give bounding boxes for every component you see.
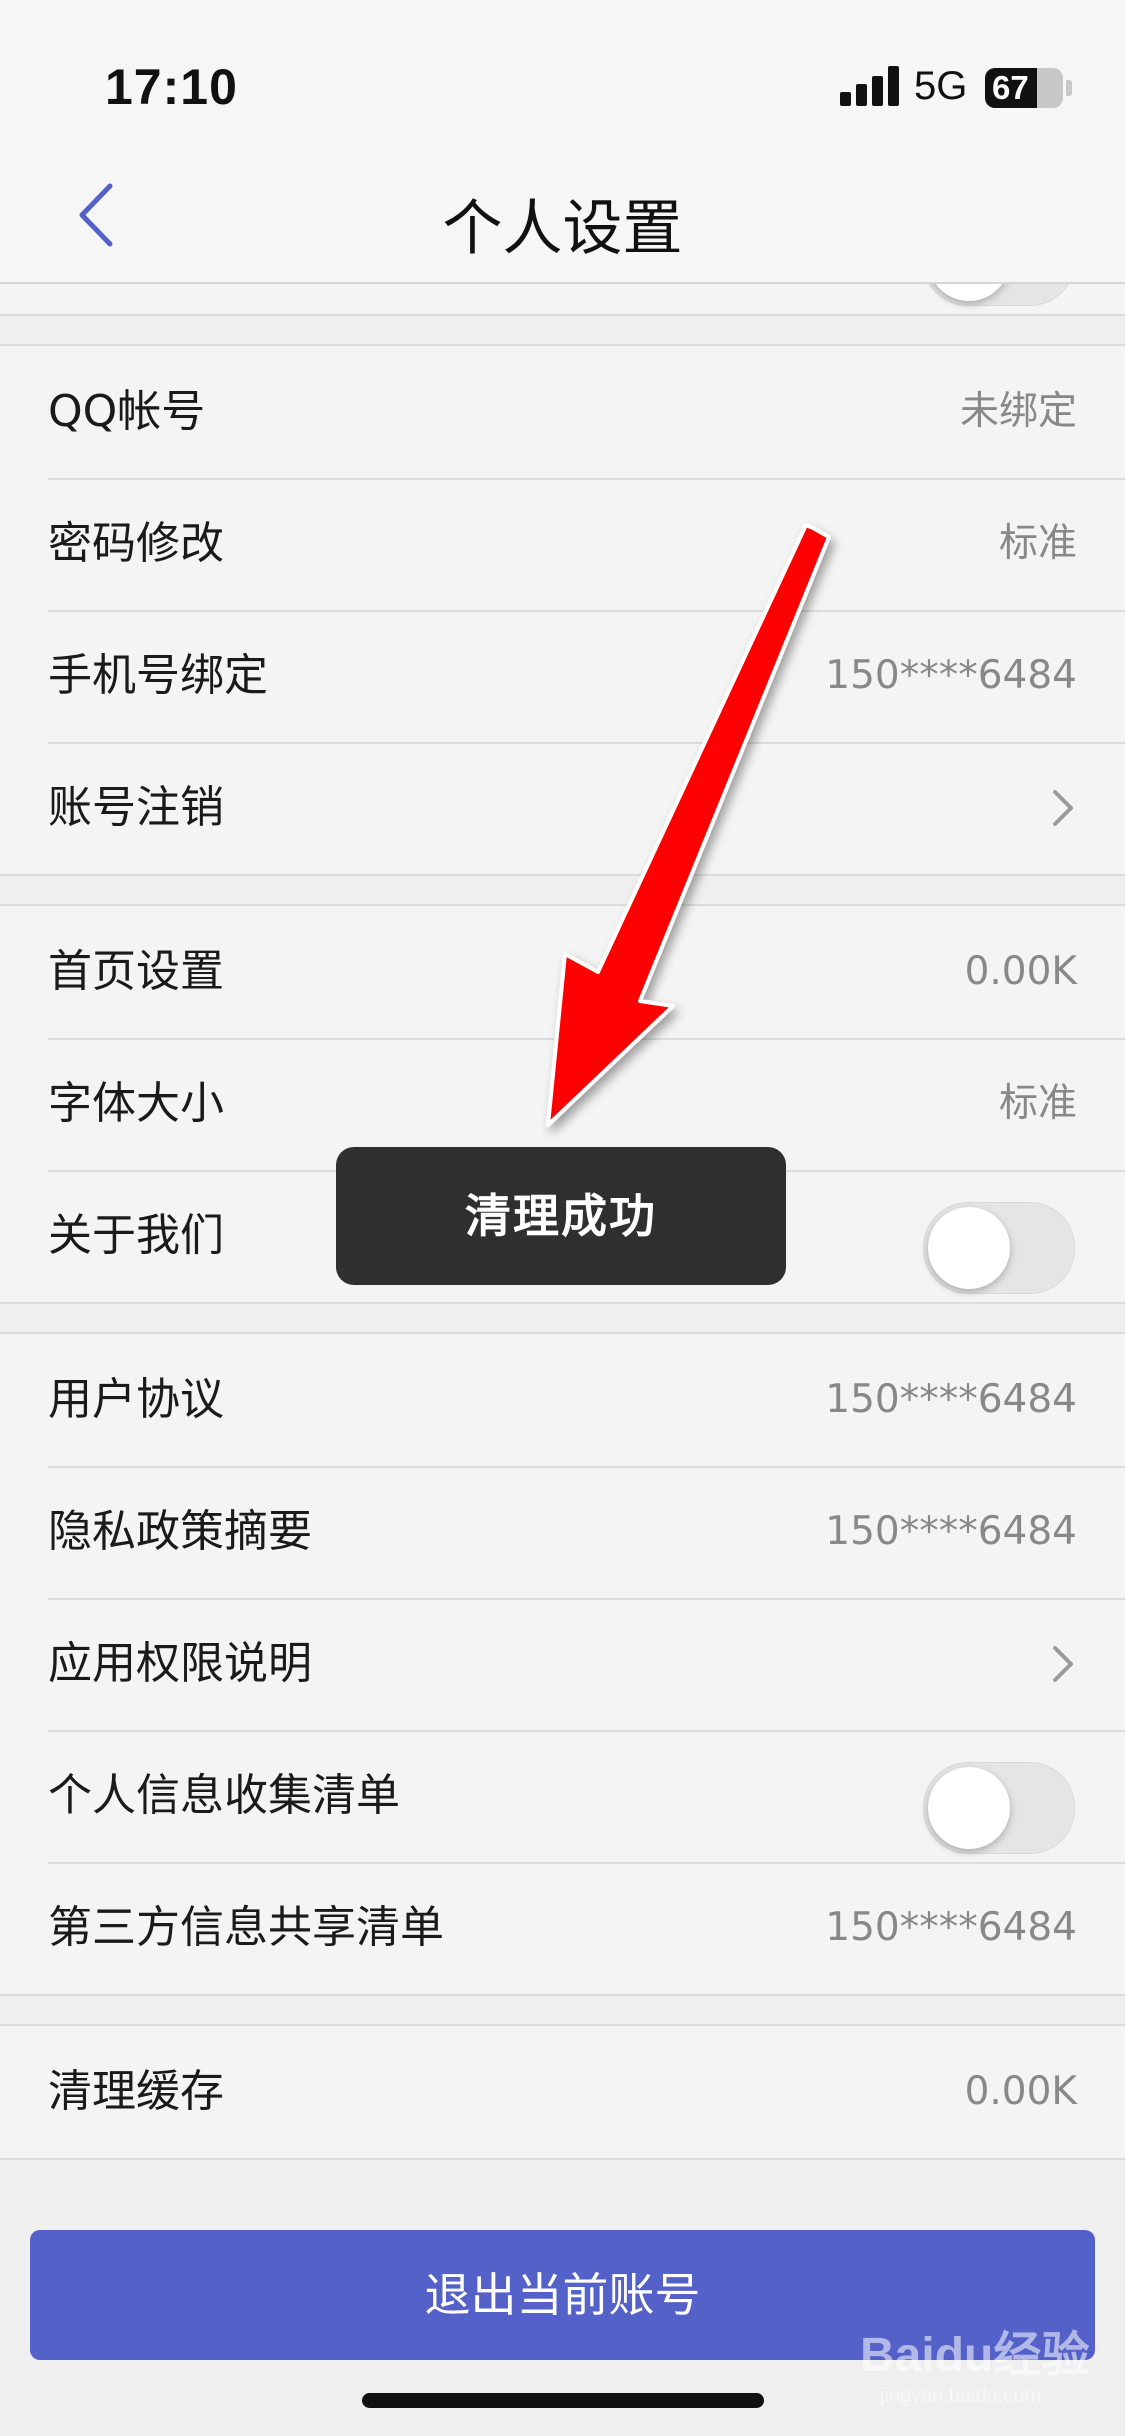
status-time: 17:10 (105, 59, 238, 115)
settings-row-label: 隐私政策摘要 (48, 1506, 312, 1557)
watermark-url: jingyan.baidu.com (880, 2385, 1042, 2407)
settings-row-value: 未绑定 (959, 389, 1077, 434)
watermark: Baidu经验 (860, 2329, 1090, 2382)
settings-row-label: 个人信息收集清单 (48, 1770, 400, 1821)
home-indicator (362, 2393, 764, 2408)
section-gap (0, 1304, 1125, 1332)
settings-row-label: 账号注销 (48, 782, 224, 833)
network-type: 5G (914, 64, 968, 108)
settings-row[interactable]: 个人信息收集清单 (0, 1730, 1125, 1862)
chevron-right-icon (1053, 790, 1073, 826)
settings-row-label: 清理缓存 (48, 2066, 224, 2117)
settings-group: 用户协议 150****6484 隐私政策摘要 150****6484 应用权限说明个人… (0, 1332, 1125, 1996)
section-gap (0, 876, 1125, 904)
toggle-knob (928, 1767, 1010, 1849)
settings-row[interactable]: QQ帐号 未绑定 (0, 346, 1125, 478)
settings-row[interactable]: 账号注销 (0, 742, 1125, 874)
toggle-switch[interactable] (923, 1202, 1075, 1294)
settings-row-value: 150****6484 (825, 1377, 1077, 1422)
settings-row-label: 首页设置 (48, 946, 224, 997)
settings-row[interactable]: 首页设置 0.00K (0, 906, 1125, 1038)
settings-row-value: 150****6484 (825, 1509, 1077, 1554)
settings-row-label: 手机号绑定 (48, 650, 268, 701)
page-title: 个人设置 (442, 194, 683, 264)
settings-row[interactable]: 密码修改 标准 (0, 478, 1125, 610)
settings-row[interactable]: 用户协议 150****6484 (0, 1334, 1125, 1466)
cellular-signal-icon (840, 66, 900, 106)
toggle-knob (928, 1207, 1010, 1289)
settings-row-value: 标准 (998, 521, 1077, 566)
settings-row[interactable]: 应用权限说明 (0, 1598, 1125, 1730)
settings-row-label: QQ帐号 (48, 386, 206, 437)
battery-tip (1066, 80, 1072, 96)
settings-row-value: 0.00K (964, 949, 1077, 994)
battery-level: 67 (992, 69, 1029, 106)
settings-row-label: 字体大小 (48, 1078, 224, 1129)
settings-row[interactable]: 手机号绑定 150****6484 (0, 610, 1125, 742)
nav-bar: 个人设置 (0, 150, 1125, 284)
settings-row-label: 第三方信息共享清单 (48, 1902, 444, 1953)
settings-row-value: 标准 (998, 1081, 1077, 1126)
settings-row-label: 应用权限说明 (48, 1638, 312, 1689)
toast-message: 清理成功 (336, 1147, 786, 1285)
status-bar: 17:10 5G 67 (0, 0, 1125, 150)
settings-row[interactable]: 第三方信息共享清单 150****6484 (0, 1862, 1125, 1994)
settings-group: 清理缓存 0.00K (0, 2024, 1125, 2160)
section-gap (0, 316, 1125, 344)
settings-row-label: 密码修改 (48, 518, 224, 569)
settings-row[interactable]: 清理缓存 0.00K (0, 2026, 1125, 2158)
toggle-switch[interactable] (923, 1762, 1075, 1854)
section-gap (0, 1996, 1125, 2024)
settings-row-value: 150****6484 (825, 653, 1077, 698)
settings-row-label: 用户协议 (48, 1374, 224, 1425)
chevron-right-icon (1053, 1646, 1073, 1682)
settings-row-value: 150****6484 (825, 1905, 1077, 1950)
settings-row[interactable]: 隐私政策摘要 150****6484 (0, 1466, 1125, 1598)
settings-group: QQ帐号 未绑定密码修改 标准手机号绑定 150****6484 账号注销 (0, 344, 1125, 876)
settings-row-value: 0.00K (964, 2069, 1077, 2114)
battery-icon: 67 (985, 68, 1063, 108)
settings-row-label: 关于我们 (48, 1210, 224, 1261)
